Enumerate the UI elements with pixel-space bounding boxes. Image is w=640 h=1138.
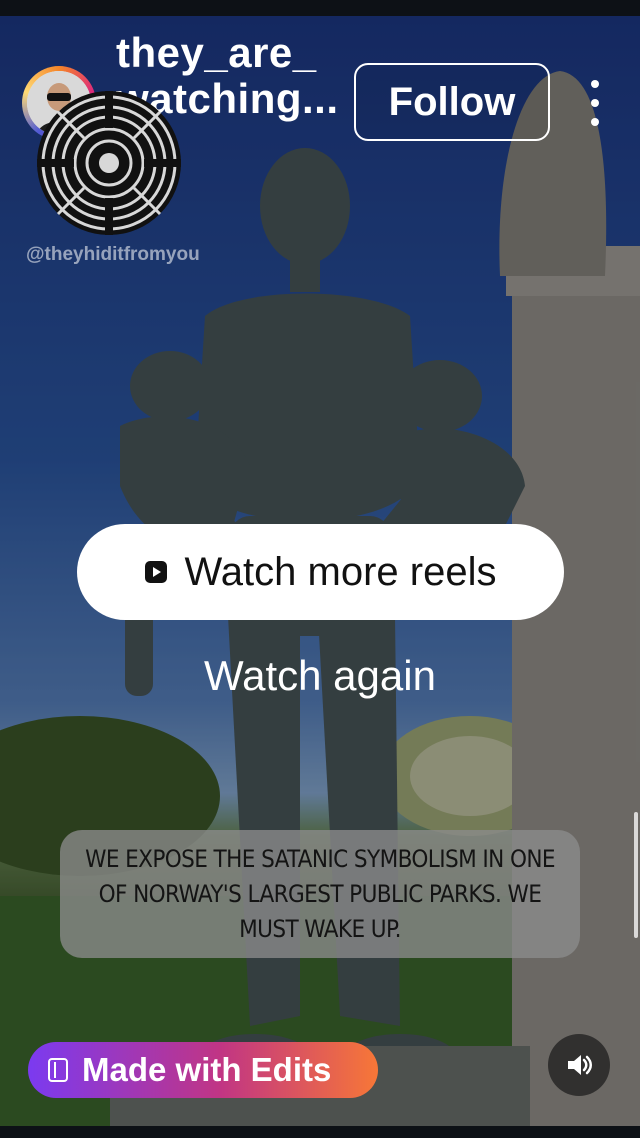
speaker-icon <box>568 1055 592 1075</box>
caption-box: WE EXPOSE THE SATANIC SYMBOLISM IN ONE O… <box>60 830 580 958</box>
edits-label: Made with Edits <box>82 1051 332 1088</box>
scroll-indicator <box>634 812 638 938</box>
channel-logo <box>34 88 184 238</box>
follow-button[interactable]: Follow <box>354 63 550 141</box>
watch-more-reels-button[interactable]: Watch more reels <box>77 524 564 620</box>
watch-again-button[interactable]: Watch again <box>0 652 640 700</box>
made-with-edits-badge[interactable]: Made with Edits <box>28 1042 378 1098</box>
more-options-icon[interactable] <box>580 80 610 126</box>
reels-icon <box>144 561 167 583</box>
reel-screen: they_are_ watching... Follow @theyhiditf… <box>0 0 640 1138</box>
watch-more-label: Watch more reels <box>184 549 497 594</box>
edits-icon <box>48 1058 68 1082</box>
sound-toggle-button[interactable] <box>548 1034 610 1096</box>
caption-text: WE EXPOSE THE SATANIC SYMBOLISM IN ONE O… <box>85 844 555 943</box>
status-bar <box>0 0 640 16</box>
watermark-handle: @theyhiditfromyou <box>26 244 200 265</box>
navigation-bar <box>0 1126 640 1138</box>
